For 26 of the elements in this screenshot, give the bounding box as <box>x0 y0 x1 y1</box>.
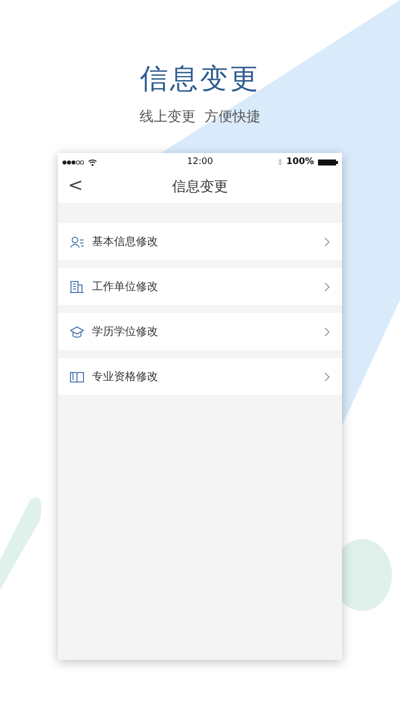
menu-item-label: 工作单位修改 <box>92 279 159 294</box>
chevron-right-icon <box>324 236 330 246</box>
page-subtitle: 线上变更 方便快捷 <box>140 108 260 126</box>
book-icon <box>70 370 84 382</box>
chevron-right-icon <box>324 282 330 292</box>
graduation-cap-icon <box>70 326 84 338</box>
menu-item[interactable]: 学历学位修改 <box>58 313 342 350</box>
nav-title: 信息变更 <box>172 178 228 196</box>
wifi-icon <box>88 158 97 166</box>
signal-icon <box>62 160 84 164</box>
chevron-right-icon <box>324 372 330 382</box>
bluetooth-icon <box>278 158 282 166</box>
building-icon <box>70 280 84 292</box>
battery-percent: 100% <box>286 157 314 167</box>
battery-icon <box>318 158 338 166</box>
menu-item[interactable]: 工作单位修改 <box>58 268 342 305</box>
person-list-icon <box>70 236 84 248</box>
menu-item-label: 基本信息修改 <box>92 234 159 249</box>
menu-item[interactable]: 专业资格修改 <box>58 358 342 395</box>
menu-item-label: 学历学位修改 <box>92 324 159 339</box>
page-title: 信息变更 <box>140 61 260 97</box>
status-time: 12:00 <box>187 157 213 167</box>
menu-item[interactable]: 基本信息修改 <box>58 223 342 260</box>
menu-item-label: 专业资格修改 <box>92 369 159 384</box>
chevron-right-icon <box>324 326 330 336</box>
back-button[interactable]: < <box>64 175 88 196</box>
